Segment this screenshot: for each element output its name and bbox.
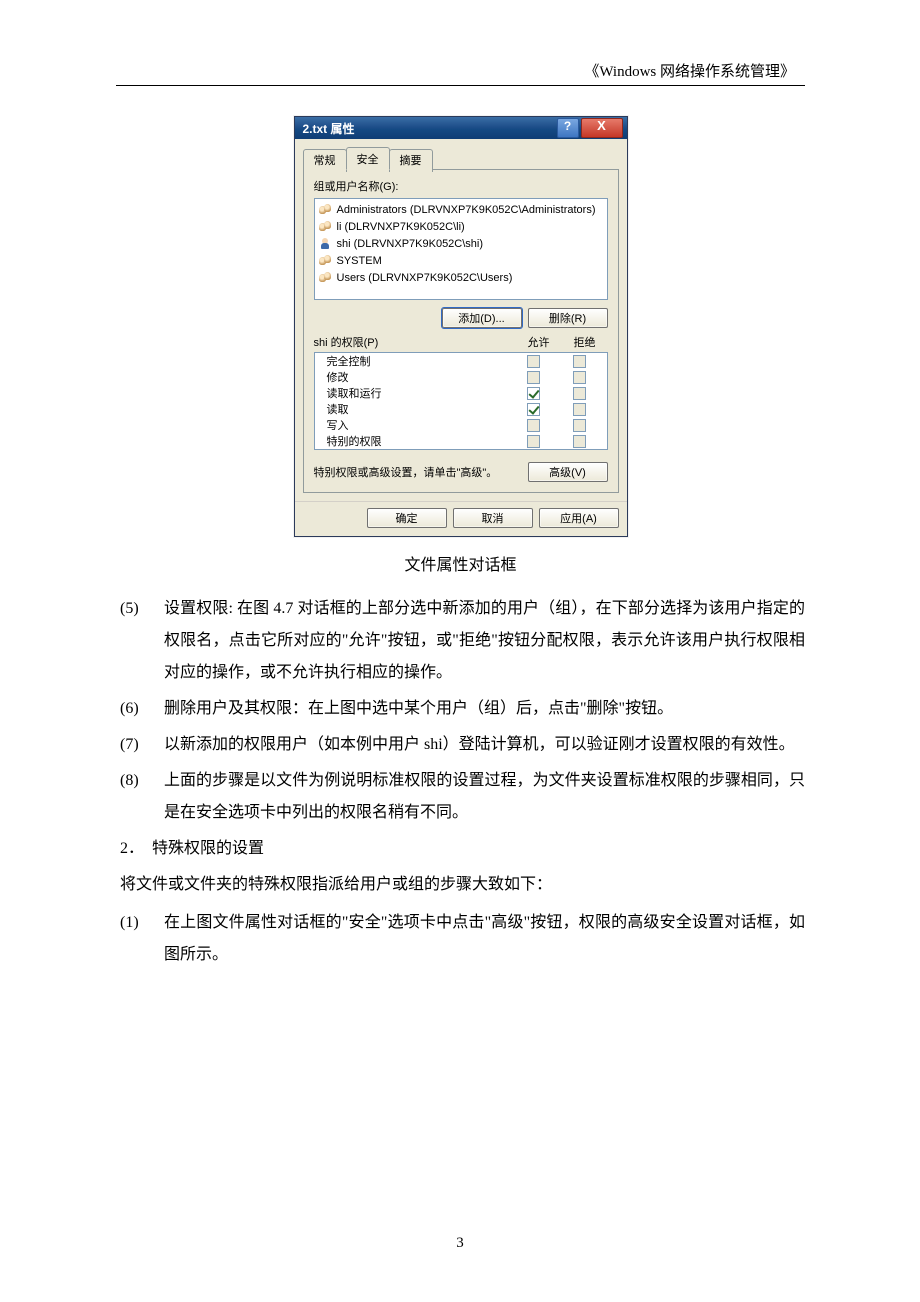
- page-number: 3: [0, 1235, 920, 1252]
- list-item-label: Administrators (DLRVNXP7K9K052C\Administ…: [337, 204, 596, 216]
- intro-paragraph: 将文件或文件夹的特殊权限指派给用户或组的步骤大致如下：: [116, 869, 805, 901]
- permissions-for-label: shi 的权限(P): [314, 334, 516, 350]
- item-text: 在上图文件属性对话框的"安全"选项卡中点击"高级"按钮，权限的高级安全设置对话框…: [164, 907, 805, 971]
- list-item-8: (8) 上面的步骤是以文件为例说明标准权限的设置过程，为文件夹设置标准权限的步骤…: [116, 765, 805, 829]
- remove-button[interactable]: 删除(R): [528, 308, 608, 328]
- allow-column-header: 允许: [516, 334, 562, 350]
- figure-caption: 文件属性对话框: [116, 551, 805, 575]
- allow-checkbox[interactable]: [527, 419, 540, 432]
- group-icon: [319, 204, 333, 216]
- list-item[interactable]: Users (DLRVNXP7K9K052C\Users): [319, 269, 603, 286]
- permissions-header: shi 的权限(P) 允许 拒绝: [314, 334, 608, 350]
- deny-checkbox[interactable]: [573, 403, 586, 416]
- tab-security[interactable]: 安全: [346, 147, 390, 170]
- apply-button[interactable]: 应用(A): [539, 508, 619, 528]
- group-users-list[interactable]: Administrators (DLRVNXP7K9K052C\Administ…: [314, 198, 608, 300]
- permission-row: 完全控制: [315, 353, 607, 369]
- dialog-footer: 确定 取消 应用(A): [295, 501, 627, 536]
- permission-row: 特别的权限: [315, 433, 607, 449]
- group-icon: [319, 221, 333, 233]
- list-item-label: li (DLRVNXP7K9K052C\li): [337, 221, 465, 233]
- permission-row: 写入: [315, 417, 607, 433]
- body-text: (5) 设置权限: 在图 4.7 对话框的上部分选中新添加的用户（组），在下部分…: [116, 593, 805, 971]
- close-button[interactable]: X: [581, 118, 623, 138]
- permission-name: 读取和运行: [327, 385, 511, 401]
- add-button[interactable]: 添加(D)...: [442, 308, 522, 328]
- deny-column-header: 拒绝: [562, 334, 608, 350]
- tab-strip: 常规 安全 摘要: [303, 147, 619, 170]
- allow-checkbox[interactable]: [527, 371, 540, 384]
- list-item-7: (7) 以新添加的权限用户（如本例中用户 shi）登陆计算机，可以验证刚才设置权…: [116, 729, 805, 761]
- tab-panel-security: 组或用户名称(G): Administrators (DLRVNXP7K9K05…: [303, 169, 619, 493]
- item-number: (1): [116, 907, 164, 971]
- group-icon: [319, 272, 333, 284]
- help-button[interactable]: ?: [557, 118, 579, 138]
- ok-button[interactable]: 确定: [367, 508, 447, 528]
- list-item[interactable]: SYSTEM: [319, 252, 603, 269]
- item-text: 上面的步骤是以文件为例说明标准权限的设置过程，为文件夹设置标准权限的步骤相同，只…: [164, 765, 805, 829]
- list-item[interactable]: shi (DLRVNXP7K9K052C\shi): [319, 235, 603, 252]
- allow-checkbox[interactable]: [527, 435, 540, 448]
- figure-dialog: 2.txt 属性 ? X 常规 安全 摘要 组或用户名称(G): Adminis…: [116, 116, 805, 537]
- deny-checkbox[interactable]: [573, 371, 586, 384]
- item-number: (7): [116, 729, 164, 761]
- item-number: (8): [116, 765, 164, 829]
- tab-general[interactable]: 常规: [303, 149, 347, 172]
- list-item[interactable]: Administrators (DLRVNXP7K9K052C\Administ…: [319, 201, 603, 218]
- allow-checkbox[interactable]: [527, 403, 540, 416]
- list-item-label: Users (DLRVNXP7K9K052C\Users): [337, 272, 513, 284]
- deny-checkbox[interactable]: [573, 387, 586, 400]
- item-text: 删除用户及其权限：在上图中选中某个用户（组）后，点击"删除"按钮。: [164, 693, 805, 725]
- user-icon: [319, 238, 333, 250]
- properties-dialog: 2.txt 属性 ? X 常规 安全 摘要 组或用户名称(G): Adminis…: [294, 116, 628, 537]
- section-title: 特殊权限的设置: [152, 833, 264, 865]
- permission-name: 写入: [327, 417, 511, 433]
- item-number: (5): [116, 593, 164, 689]
- list-item[interactable]: li (DLRVNXP7K9K052C\li): [319, 218, 603, 235]
- list-item-5: (5) 设置权限: 在图 4.7 对话框的上部分选中新添加的用户（组），在下部分…: [116, 593, 805, 689]
- deny-checkbox[interactable]: [573, 435, 586, 448]
- group-icon: [319, 255, 333, 267]
- list-item-label: SYSTEM: [337, 255, 382, 267]
- list-item-label: shi (DLRVNXP7K9K052C\shi): [337, 238, 484, 250]
- permission-name: 修改: [327, 369, 511, 385]
- deny-checkbox[interactable]: [573, 419, 586, 432]
- permission-name: 特别的权限: [327, 433, 511, 449]
- allow-checkbox[interactable]: [527, 387, 540, 400]
- cancel-button[interactable]: 取消: [453, 508, 533, 528]
- advanced-hint: 特别权限或高级设置，请单击"高级"。: [314, 464, 528, 480]
- permission-name: 完全控制: [327, 353, 511, 369]
- deny-checkbox[interactable]: [573, 355, 586, 368]
- dialog-title: 2.txt 属性: [303, 120, 355, 137]
- allow-checkbox[interactable]: [527, 355, 540, 368]
- permission-row: 读取: [315, 401, 607, 417]
- item-text: 以新添加的权限用户（如本例中用户 shi）登陆计算机，可以验证刚才设置权限的有效…: [164, 729, 805, 761]
- permission-row: 修改: [315, 369, 607, 385]
- section-2: 2． 特殊权限的设置: [116, 833, 805, 865]
- permission-name: 读取: [327, 401, 511, 417]
- group-users-label: 组或用户名称(G):: [314, 178, 608, 194]
- list-item-6: (6) 删除用户及其权限：在上图中选中某个用户（组）后，点击"删除"按钮。: [116, 693, 805, 725]
- dialog-titlebar: 2.txt 属性 ? X: [295, 117, 627, 139]
- step-1: (1) 在上图文件属性对话框的"安全"选项卡中点击"高级"按钮，权限的高级安全设…: [116, 907, 805, 971]
- permission-row: 读取和运行: [315, 385, 607, 401]
- advanced-button[interactable]: 高级(V): [528, 462, 608, 482]
- page-header: 《Windows 网络操作系统管理》: [116, 60, 805, 81]
- item-text: 设置权限: 在图 4.7 对话框的上部分选中新添加的用户（组），在下部分选择为该…: [164, 593, 805, 689]
- item-number: (6): [116, 693, 164, 725]
- header-rule: [116, 85, 805, 86]
- section-number: 2．: [116, 833, 152, 865]
- tab-summary[interactable]: 摘要: [389, 149, 433, 172]
- permissions-list: 完全控制 修改 读取和运行: [314, 352, 608, 450]
